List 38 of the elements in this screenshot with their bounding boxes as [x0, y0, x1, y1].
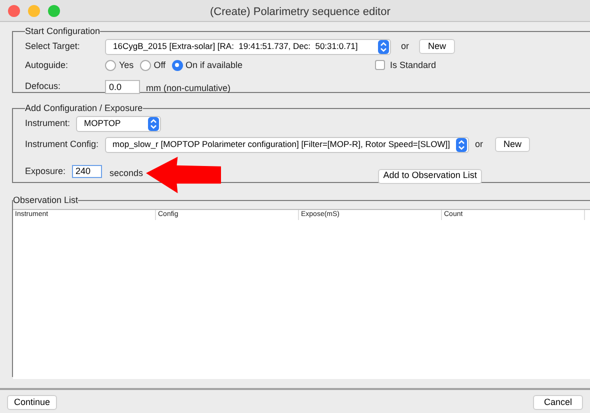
window-title: (Create) Polarimetry sequence editor: [210, 5, 390, 20]
field-label: Defocus:: [25, 80, 62, 94]
zoom-icon[interactable]: [48, 4, 60, 16]
panel-title: Add Configuration / Exposure: [25, 102, 143, 115]
field-label: or: [475, 138, 484, 151]
config-select[interactable]: mop_slow_r [MOPTOP Polarimeter configuration] [Filter=[MOP-R], Rotor Speed=[SLOW]]: [104, 136, 469, 152]
field-label: Exposure:: [25, 164, 66, 178]
checkbox[interactable]: [375, 60, 385, 70]
field-label: Select Target:: [25, 40, 81, 53]
new-button[interactable]: New: [495, 137, 530, 152]
field-label: Instrument Config:: [25, 138, 99, 151]
radio-option[interactable]: Off: [140, 58, 166, 72]
continue-button[interactable]: Continue: [7, 395, 57, 410]
instrument-select[interactable]: MOPTOP: [76, 116, 162, 132]
field-label: mm (non-cumulative): [146, 83, 231, 93]
field-label: or: [401, 40, 410, 53]
radio-button[interactable]: [172, 60, 183, 71]
new-button[interactable]: New: [419, 39, 456, 54]
stepper-icon: [456, 138, 467, 152]
checkbox-option[interactable]: Is Standard: [375, 58, 436, 72]
field-label: Instrument:: [25, 116, 70, 130]
target-select[interactable]: 16CygB_2015 [Extra-solar] [RA: 19:41:51.737, Dec: 50:31:0.71]: [105, 38, 391, 54]
panel-title: Start Configuration: [25, 25, 100, 38]
exposure-field[interactable]: 240: [72, 165, 102, 178]
radio-option[interactable]: Yes: [105, 58, 134, 72]
field-label: Autoguide:: [25, 58, 70, 72]
panel-title: Observation List: [13, 194, 78, 207]
add-button[interactable]: Add to Observation List: [378, 168, 482, 184]
defocus-field[interactable]: 0.0: [105, 80, 140, 94]
radio-button[interactable]: [105, 60, 116, 71]
stepper-icon: [148, 116, 160, 130]
field-label: seconds: [110, 168, 144, 178]
close-icon[interactable]: [8, 4, 20, 16]
radio-button[interactable]: [140, 60, 151, 71]
stepper-icon: [378, 40, 389, 54]
minimize-icon[interactable]: [28, 4, 40, 16]
cancel-button[interactable]: Cancel: [533, 395, 583, 410]
radio-option[interactable]: On if available: [172, 58, 243, 72]
